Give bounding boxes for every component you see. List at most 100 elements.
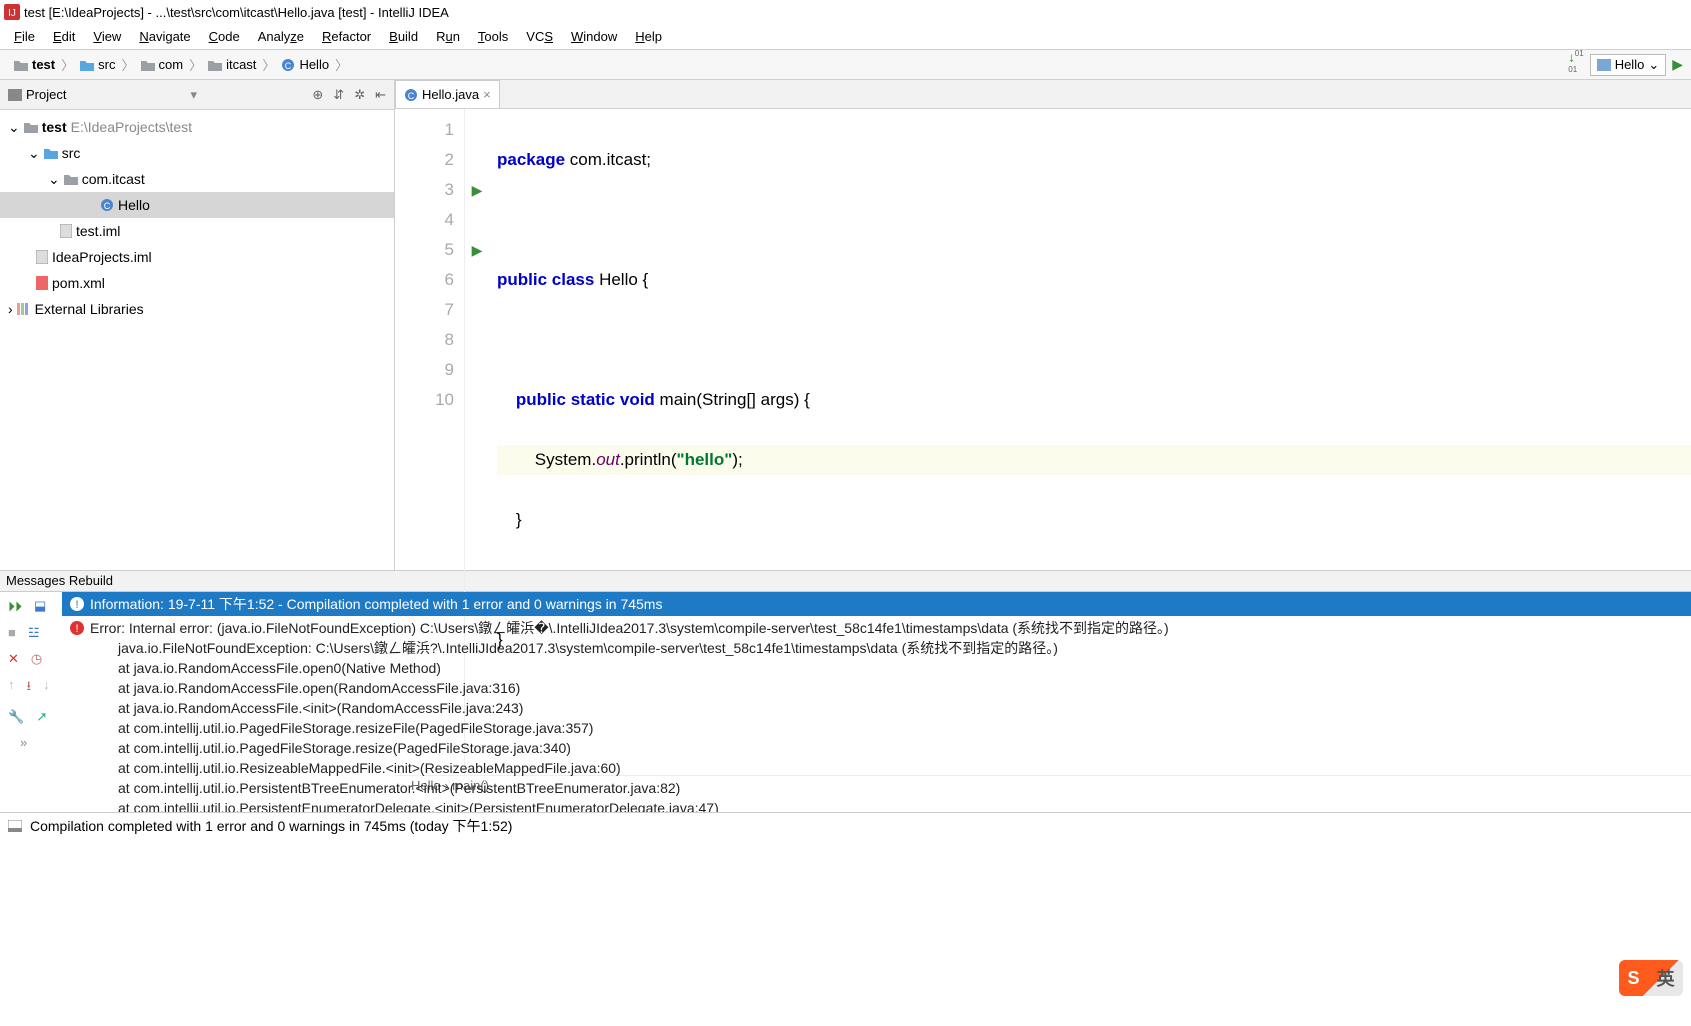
- tree-test-iml[interactable]: test.iml: [0, 218, 394, 244]
- dropdown-icon[interactable]: ▾: [190, 87, 197, 103]
- status-icon[interactable]: [8, 820, 22, 832]
- target-icon[interactable]: ⊕: [312, 87, 323, 103]
- svg-text:IJ: IJ: [8, 8, 16, 19]
- folder-icon: [44, 147, 58, 159]
- menu-edit[interactable]: Edit: [45, 27, 83, 46]
- file-icon: [36, 250, 48, 264]
- menu-run[interactable]: Run: [428, 27, 468, 46]
- nav-bar: test〉 src〉 com〉 itcast〉 CHello〉 ↓0101 He…: [0, 50, 1691, 80]
- menu-window[interactable]: Window: [563, 27, 625, 46]
- stack-line: at java.io.RandomAccessFile.open(RandomA…: [70, 678, 1683, 698]
- run-config-label: Hello: [1615, 57, 1645, 72]
- tree-external-libs[interactable]: ›External Libraries: [0, 296, 394, 322]
- info-icon: !: [70, 597, 84, 611]
- tree-hello[interactable]: CHello: [0, 192, 394, 218]
- tree-pom-xml[interactable]: pom.xml: [0, 270, 394, 296]
- editor-tabs: C Hello.java ×: [395, 80, 1691, 109]
- stack-line: at java.io.RandomAccessFile.<init>(Rando…: [70, 698, 1683, 718]
- menu-analyze[interactable]: Analyze: [250, 27, 312, 46]
- main-area: Project ▾ ⊕ ⇵ ✲ ⇤ ⌄test E:\IdeaProjects\t…: [0, 80, 1691, 570]
- down-icon[interactable]: ↓: [43, 677, 50, 699]
- project-title: Project: [26, 87, 66, 102]
- menu-vcs[interactable]: VCS: [518, 27, 561, 46]
- breadcrumb-src[interactable]: src: [74, 57, 121, 72]
- stack-line: at java.io.RandomAccessFile.open0(Native…: [70, 658, 1683, 678]
- tree-ideaprojects-iml[interactable]: IdeaProjects.iml: [0, 244, 394, 270]
- svg-text:C: C: [104, 201, 111, 211]
- menu-tools[interactable]: Tools: [470, 27, 516, 46]
- folder-icon: [64, 173, 78, 185]
- more-icon[interactable]: »: [20, 735, 27, 750]
- project-icon: [8, 89, 22, 101]
- breadcrumb-itcast[interactable]: itcast: [202, 57, 262, 72]
- menu-refactor[interactable]: Refactor: [314, 27, 379, 46]
- breadcrumb-hello[interactable]: CHello: [275, 57, 335, 72]
- stack-line: at com.intellij.util.io.PagedFileStorage…: [70, 738, 1683, 758]
- file-icon: [60, 224, 72, 238]
- libs-icon: [17, 303, 31, 315]
- menu-bar: File Edit View Navigate Code Analyze Ref…: [0, 24, 1691, 50]
- folder-icon: [14, 59, 28, 71]
- run-config-select[interactable]: Hello ⌄: [1590, 54, 1667, 76]
- project-sidebar: Project ▾ ⊕ ⇵ ✲ ⇤ ⌄test E:\IdeaProjects\t…: [0, 80, 395, 570]
- messages-toolbar: ⏵⏵ ⬓ ■ ☳ ✕ ◷ ↑ ⭳ ↓ 🔧 ↗ »: [0, 592, 62, 812]
- info-line[interactable]: ! Information: 19-7-11 下午1:52 - Compilat…: [62, 592, 1691, 616]
- stack-line: at com.intellij.util.io.PagedFileStorage…: [70, 718, 1683, 738]
- tree-package[interactable]: ⌄com.itcast: [0, 166, 394, 192]
- menu-code[interactable]: Code: [201, 27, 248, 46]
- stack-icon[interactable]: ⬓: [34, 598, 46, 615]
- stack-line: java.io.FileNotFoundException: C:\Users\…: [70, 638, 1683, 658]
- collapse-icon[interactable]: ⇵: [333, 87, 344, 103]
- hide-icon[interactable]: ⇤: [375, 87, 386, 103]
- tab-hello[interactable]: C Hello.java ×: [395, 80, 500, 108]
- svg-text:!: !: [75, 599, 78, 611]
- project-header: Project ▾ ⊕ ⇵ ✲ ⇤: [0, 80, 394, 110]
- tree-icon[interactable]: ☳: [28, 625, 40, 641]
- tree-src[interactable]: ⌄src: [0, 140, 394, 166]
- up-icon[interactable]: ↑: [8, 677, 15, 699]
- folder-icon: [208, 59, 222, 71]
- breadcrumb-test[interactable]: test: [8, 57, 61, 72]
- svg-text:C: C: [285, 61, 292, 71]
- stop-icon[interactable]: ■: [8, 625, 16, 641]
- menu-view[interactable]: View: [85, 27, 129, 46]
- menu-help[interactable]: Help: [627, 27, 670, 46]
- wrench-icon[interactable]: 🔧: [8, 709, 24, 725]
- breadcrumb-com[interactable]: com: [135, 57, 190, 72]
- app-run-icon: [1597, 59, 1611, 71]
- stack-line: at com.intellij.util.io.PersistentBTreeE…: [70, 778, 1683, 798]
- svg-text:C: C: [408, 91, 415, 101]
- export-icon[interactable]: ⭳: [27, 677, 32, 699]
- rerun-icon[interactable]: ⏵⏵: [8, 598, 22, 615]
- info-text: Information: 19-7-11 下午1:52 - Compilatio…: [90, 594, 662, 614]
- tab-label: Hello.java: [422, 87, 479, 102]
- editor-area: C Hello.java × 12345678910 ▶▶ package co…: [395, 80, 1691, 570]
- gear-icon[interactable]: ✲: [354, 87, 365, 103]
- tree-test[interactable]: ⌄test E:\IdeaProjects\test: [0, 114, 394, 140]
- messages-body[interactable]: ! Information: 19-7-11 下午1:52 - Compilat…: [62, 592, 1691, 812]
- project-tree[interactable]: ⌄test E:\IdeaProjects\test ⌄src ⌄com.itc…: [0, 110, 394, 570]
- run-line-icon[interactable]: ▶: [465, 235, 489, 265]
- update-icon[interactable]: ↓0101: [1568, 49, 1583, 80]
- ime-badge[interactable]: S英: [1619, 960, 1683, 996]
- run-button[interactable]: ▶: [1672, 56, 1683, 73]
- close-icon[interactable]: ×: [483, 87, 491, 102]
- window-title: test [E:\IdeaProjects] - ...\test\src\co…: [24, 5, 449, 20]
- stack-line: at com.intellij.util.io.ResizeableMapped…: [70, 758, 1683, 778]
- menu-build[interactable]: Build: [381, 27, 426, 46]
- error-first-line: Error: Internal error: (java.io.FileNotF…: [90, 618, 1169, 638]
- close-icon[interactable]: ✕: [8, 651, 19, 667]
- error-icon: !: [70, 621, 84, 635]
- svg-text:!: !: [75, 623, 78, 635]
- title-bar: IJ test [E:\IdeaProjects] - ...\test\src…: [0, 0, 1691, 24]
- class-icon: C: [404, 88, 418, 102]
- clock-icon[interactable]: ◷: [31, 651, 42, 667]
- menu-file[interactable]: File: [6, 27, 43, 46]
- status-bar: Compilation completed with 1 error and 0…: [0, 812, 1691, 838]
- menu-navigate[interactable]: Navigate: [131, 27, 198, 46]
- folder-icon: [80, 59, 94, 71]
- run-line-icon[interactable]: ▶: [465, 175, 489, 205]
- class-icon: C: [100, 198, 114, 212]
- class-icon: C: [281, 58, 295, 72]
- send-icon[interactable]: ↗: [36, 709, 47, 725]
